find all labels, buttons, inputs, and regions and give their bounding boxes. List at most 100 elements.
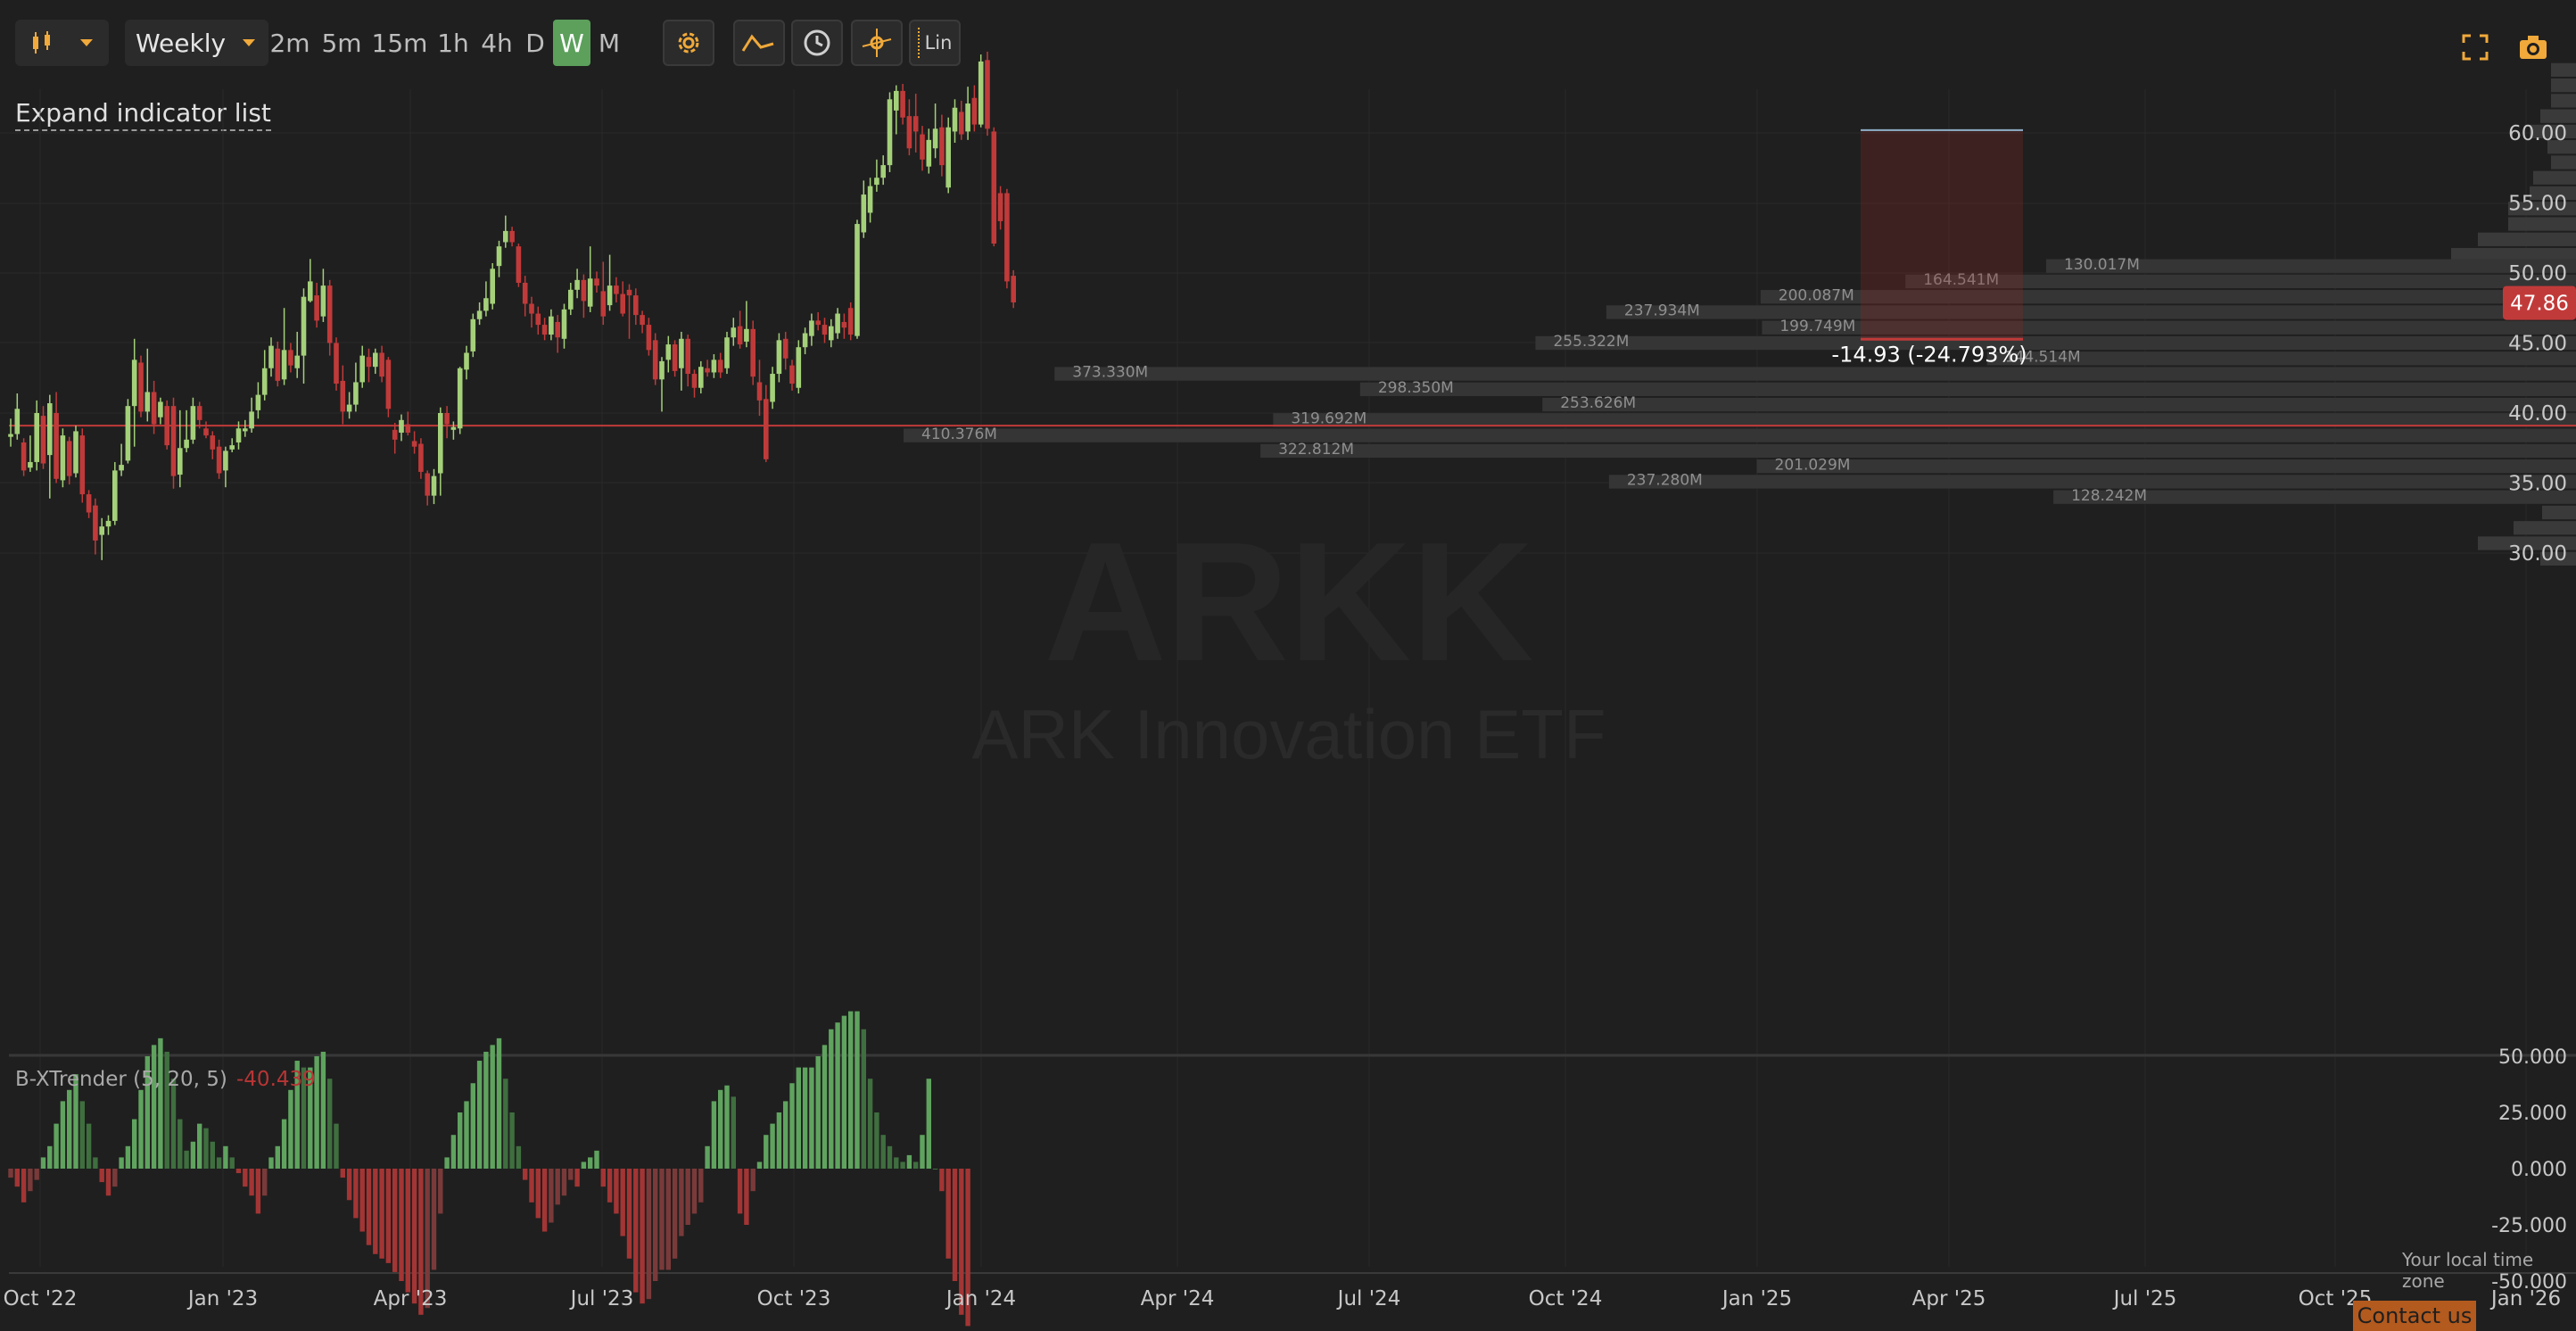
candle-body bbox=[301, 296, 307, 356]
indicator-bar bbox=[939, 1169, 945, 1192]
candle-body bbox=[353, 382, 359, 405]
indicator-bar bbox=[672, 1169, 678, 1259]
indicator-bar bbox=[600, 1169, 606, 1187]
indicator-bar bbox=[327, 1079, 333, 1169]
indicator-bar bbox=[379, 1169, 384, 1259]
indicator-bar bbox=[197, 1123, 202, 1169]
indicator-bar bbox=[138, 1089, 144, 1169]
indicator-bar bbox=[653, 1169, 658, 1281]
indicator-bar bbox=[503, 1079, 508, 1169]
indicator-bar bbox=[848, 1011, 854, 1169]
candle-body bbox=[170, 406, 177, 476]
indicator-bar bbox=[210, 1141, 215, 1169]
candle-body bbox=[399, 419, 404, 433]
indicator-bar bbox=[541, 1169, 548, 1232]
candlestick-series bbox=[8, 51, 1016, 560]
indicator-bar bbox=[568, 1169, 574, 1180]
candle-body bbox=[405, 424, 411, 433]
timezone-label[interactable]: Your local time zone bbox=[2402, 1249, 2576, 1292]
volume-profile-bar bbox=[1054, 367, 2576, 381]
indicator-bar bbox=[470, 1083, 475, 1169]
candle-body bbox=[359, 355, 365, 383]
time-axis-label: Oct '22 bbox=[4, 1287, 78, 1310]
volume-profile-bar bbox=[2551, 62, 2576, 77]
candle-body bbox=[203, 428, 209, 436]
indicator-bar bbox=[249, 1169, 254, 1196]
volume-profile-bar bbox=[904, 428, 2576, 442]
indicator-bar bbox=[184, 1150, 189, 1169]
volume-profile-label: 410.376M bbox=[921, 426, 997, 443]
contact-us-button[interactable]: Contact us bbox=[2353, 1301, 2476, 1331]
candle-body bbox=[476, 310, 483, 319]
candle-body bbox=[243, 428, 248, 432]
price-axis-label: 30.00 bbox=[2508, 542, 2567, 566]
price-chart[interactable]: ARKK ARK Innovation ETF 130.017M164.541M… bbox=[0, 0, 2576, 1331]
indicator-bar bbox=[691, 1169, 698, 1214]
indicator-bar bbox=[932, 1169, 938, 1170]
indicator-bar bbox=[490, 1045, 495, 1169]
indicator-bar bbox=[405, 1169, 410, 1293]
indicator-bar bbox=[268, 1157, 274, 1169]
volume-profile-bar bbox=[2508, 217, 2576, 231]
candle-body bbox=[861, 194, 867, 233]
indicator-bar bbox=[867, 1079, 873, 1169]
indicator-bar bbox=[783, 1101, 788, 1169]
volume-profile-label: 253.626M bbox=[1560, 394, 1636, 412]
indicator-bar bbox=[170, 1079, 177, 1169]
indicator-bar bbox=[119, 1157, 124, 1169]
candle-body bbox=[541, 325, 548, 335]
volume-profile-label: 237.280M bbox=[1627, 472, 1703, 490]
candle-body bbox=[731, 327, 737, 338]
indicator-bar bbox=[926, 1079, 931, 1169]
indicator-bar bbox=[366, 1169, 372, 1245]
candle-body bbox=[66, 441, 72, 476]
indicator-bar bbox=[711, 1101, 717, 1169]
candle-body bbox=[366, 357, 372, 368]
candle-body bbox=[216, 446, 222, 474]
time-axis-label: Jul '23 bbox=[569, 1287, 634, 1310]
indicator-bar bbox=[158, 1038, 163, 1169]
candle-body bbox=[418, 443, 424, 472]
candle-body bbox=[906, 116, 912, 149]
candle-body bbox=[679, 338, 684, 368]
candle-body bbox=[411, 441, 417, 447]
candle-body bbox=[490, 269, 495, 304]
indicator-bar bbox=[223, 1145, 228, 1169]
candle-body bbox=[750, 328, 755, 377]
indicator-bar bbox=[411, 1169, 417, 1304]
candle-body bbox=[320, 285, 326, 317]
candle-body bbox=[887, 99, 893, 166]
volume-profile-bar bbox=[1542, 397, 2576, 412]
candle-body bbox=[178, 448, 183, 475]
indicator-bar bbox=[399, 1169, 404, 1281]
candle-body bbox=[952, 107, 958, 132]
indicator-bar bbox=[353, 1169, 359, 1219]
time-axis-label: Apr '25 bbox=[1912, 1287, 1986, 1310]
indicator-bar bbox=[561, 1169, 567, 1196]
indicator-bar bbox=[21, 1169, 27, 1203]
indicator-bar bbox=[288, 1089, 293, 1169]
indicator-bar bbox=[243, 1169, 248, 1187]
indicator-bar bbox=[920, 1135, 925, 1169]
candle-body bbox=[138, 362, 144, 412]
indicator-bar bbox=[549, 1169, 554, 1223]
indicator-bar bbox=[535, 1169, 541, 1219]
candle-body bbox=[549, 316, 554, 335]
candle-body bbox=[229, 445, 235, 450]
indicator-bar bbox=[105, 1169, 111, 1196]
indicator-bar bbox=[724, 1085, 730, 1169]
candle-body bbox=[985, 60, 990, 129]
volume-profile-label: 255.322M bbox=[1553, 333, 1629, 351]
candle-body bbox=[698, 367, 704, 388]
indicator-bar bbox=[14, 1169, 20, 1187]
indicator-label[interactable]: B-XTrender (5, 20, 5) bbox=[15, 1068, 227, 1091]
candle-body bbox=[705, 368, 710, 373]
candle-body bbox=[652, 340, 658, 380]
indicator-bar bbox=[607, 1169, 613, 1203]
indicator-bar bbox=[900, 1162, 905, 1169]
candle-body bbox=[555, 321, 560, 338]
indicator-bar bbox=[67, 1089, 72, 1169]
indicator-bar bbox=[640, 1169, 645, 1304]
indicator-bar bbox=[887, 1145, 893, 1169]
candle-body bbox=[184, 439, 189, 449]
